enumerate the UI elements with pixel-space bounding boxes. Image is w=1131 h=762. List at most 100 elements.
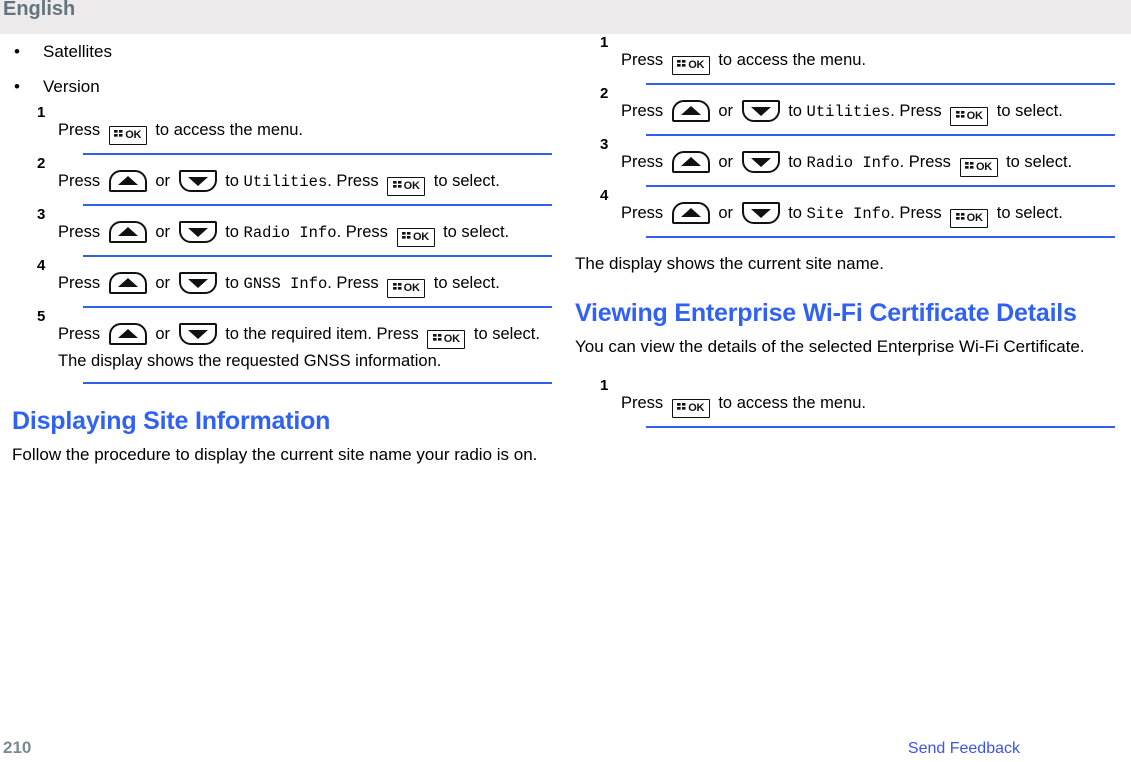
ok-menu-key-icon: OK bbox=[959, 158, 998, 177]
procedure-step: 1 Press OK to access the menu. bbox=[575, 34, 1115, 85]
step-text-fragment: to bbox=[220, 223, 244, 241]
procedure-step: 1 Press OK to access the menu. bbox=[575, 377, 1115, 428]
result-paragraph-site-name: The display shows the current site name. bbox=[575, 254, 884, 273]
step-number: 3 bbox=[600, 136, 609, 153]
step-instruction-text: Press or to GNSS Info. Press OK to selec… bbox=[58, 257, 552, 302]
step-text-fragment: to access the menu. bbox=[150, 121, 304, 139]
down-arrow-key-icon bbox=[178, 170, 217, 192]
ok-menu-key-icon: OK bbox=[387, 177, 426, 196]
menu-grid-glyph-icon bbox=[114, 130, 123, 137]
ok-menu-key-icon: OK bbox=[387, 279, 426, 298]
step-text-fragment: Press bbox=[58, 325, 105, 343]
page-number: 210 bbox=[3, 738, 32, 757]
step-instruction-text: Press or to the required item. Press OK … bbox=[58, 308, 552, 378]
right-procedure-steps: 1 Press OK to access the menu. 2 Press or t… bbox=[575, 34, 1115, 238]
step-number: 3 bbox=[37, 206, 46, 223]
procedure-step: 4 Press or to Site Info. Press OK to sele… bbox=[575, 187, 1115, 238]
menu-item-name: Radio Info bbox=[243, 224, 337, 242]
list-item: • Version bbox=[12, 69, 552, 104]
section-intro-paragraph-left: Follow the procedure to display the curr… bbox=[12, 445, 538, 464]
up-arrow-key-icon bbox=[108, 170, 147, 192]
step-text-fragment: or bbox=[150, 172, 175, 190]
bullet-dot-icon: • bbox=[14, 77, 20, 96]
section-intro-paragraph-right: You can view the details of the selected… bbox=[575, 337, 1085, 356]
ok-key-label: OK bbox=[403, 180, 420, 192]
section-heading-viewing-enterprise-wifi-certificate-details: Viewing Enterprise Wi-Fi Certificate Det… bbox=[575, 299, 1077, 327]
step-instruction-text: Press or to Site Info. Press OK to selec… bbox=[621, 187, 1115, 232]
step-text-fragment: or bbox=[150, 223, 175, 241]
menu-grid-glyph-icon bbox=[392, 283, 402, 290]
step-text-fragment: Press bbox=[58, 172, 105, 190]
menu-grid-glyph-icon bbox=[432, 334, 442, 341]
down-arrow-key-icon bbox=[741, 100, 780, 122]
procedure-step: 1 Press OK to access the menu. bbox=[12, 104, 552, 155]
ok-menu-key-icon: OK bbox=[108, 126, 147, 145]
step-number: 2 bbox=[600, 85, 609, 102]
ok-menu-key-icon: OK bbox=[427, 330, 466, 349]
step-text-fragment: . Press bbox=[327, 274, 384, 292]
step-text-fragment: to select. bbox=[429, 172, 500, 190]
ok-menu-key-icon: OK bbox=[396, 228, 435, 247]
procedure-step: 2 Press or to Utilities. Press OK to sele… bbox=[12, 155, 552, 206]
step-text-fragment: Press bbox=[621, 394, 668, 412]
procedure-step: 4 Press or to GNSS Info. Press OK to sele… bbox=[12, 257, 552, 308]
down-arrow-key-icon bbox=[741, 151, 780, 173]
ok-key-label: OK bbox=[412, 231, 430, 243]
procedure-step: 5 Press or to the required item. Press OK… bbox=[12, 308, 552, 384]
step-text-fragment: or bbox=[713, 153, 738, 171]
up-arrow-key-icon bbox=[671, 202, 710, 224]
bullet-dot-icon: • bbox=[14, 42, 20, 61]
step-text-fragment: to bbox=[220, 172, 244, 190]
step-text-fragment: Press bbox=[621, 102, 668, 120]
step-text-fragment: Press bbox=[58, 274, 105, 292]
step-text-fragment: to select. bbox=[429, 274, 500, 292]
list-item-label: Satellites bbox=[43, 42, 112, 61]
step-text-fragment: to bbox=[783, 153, 807, 171]
step-text-fragment: to select. bbox=[438, 223, 510, 241]
step-text-fragment: or bbox=[713, 204, 738, 222]
header-language-label: English bbox=[3, 0, 76, 20]
step-text-fragment: or bbox=[150, 325, 175, 343]
step-text-fragment: to access the menu. bbox=[713, 394, 867, 412]
section-heading-displaying-site-information: Displaying Site Information bbox=[12, 407, 331, 435]
up-arrow-key-icon bbox=[108, 272, 147, 294]
ok-menu-key-icon: OK bbox=[671, 399, 710, 418]
ok-key-label: OK bbox=[403, 282, 420, 294]
step-text-fragment: . Press bbox=[899, 153, 956, 171]
up-arrow-key-icon bbox=[671, 151, 710, 173]
up-arrow-key-icon bbox=[671, 100, 710, 122]
right-procedure-steps-secondary: 1 Press OK to access the menu. bbox=[575, 377, 1115, 428]
ok-menu-key-icon: OK bbox=[950, 107, 989, 126]
down-arrow-key-icon bbox=[178, 323, 217, 345]
menu-grid-glyph-icon bbox=[392, 181, 402, 188]
up-arrow-key-icon bbox=[108, 323, 147, 345]
menu-item-name: Utilities bbox=[243, 173, 328, 191]
ok-menu-key-icon: OK bbox=[671, 56, 710, 75]
step-number: 1 bbox=[600, 34, 609, 51]
menu-grid-glyph-icon bbox=[401, 232, 411, 239]
step-text-fragment: to select. bbox=[992, 102, 1063, 120]
menu-item-name: GNSS Info bbox=[243, 275, 328, 293]
procedure-step: 3 Press or to Radio Info. Press OK to sel… bbox=[12, 206, 552, 257]
ok-key-label: OK bbox=[966, 110, 983, 122]
step-text-fragment: to select. bbox=[1001, 153, 1073, 171]
step-number: 2 bbox=[37, 155, 46, 172]
step-text-fragment: or bbox=[150, 274, 175, 292]
step-text-fragment: or bbox=[713, 102, 738, 120]
step-text-fragment: . Press bbox=[890, 102, 947, 120]
step-text-fragment: to bbox=[220, 274, 244, 292]
menu-item-name: Site Info bbox=[806, 205, 891, 223]
step-text-fragment: Press bbox=[58, 121, 105, 139]
procedure-step: 2 Press or to Utilities. Press OK to sele… bbox=[575, 85, 1115, 136]
menu-grid-glyph-icon bbox=[677, 60, 686, 67]
step-separator-rule bbox=[646, 426, 1115, 428]
step-instruction-text: Press OK to access the menu. bbox=[58, 104, 552, 149]
step-number: 1 bbox=[37, 104, 46, 121]
step-text-fragment: Press bbox=[621, 51, 668, 69]
down-arrow-key-icon bbox=[178, 221, 217, 243]
send-feedback-link[interactable]: Send Feedback bbox=[908, 740, 1020, 758]
step-instruction-text: Press or to Utilities. Press OK to selec… bbox=[58, 155, 552, 200]
step-separator-rule bbox=[646, 236, 1115, 238]
list-item: • Satellites bbox=[12, 34, 552, 69]
step-number: 5 bbox=[37, 308, 46, 325]
